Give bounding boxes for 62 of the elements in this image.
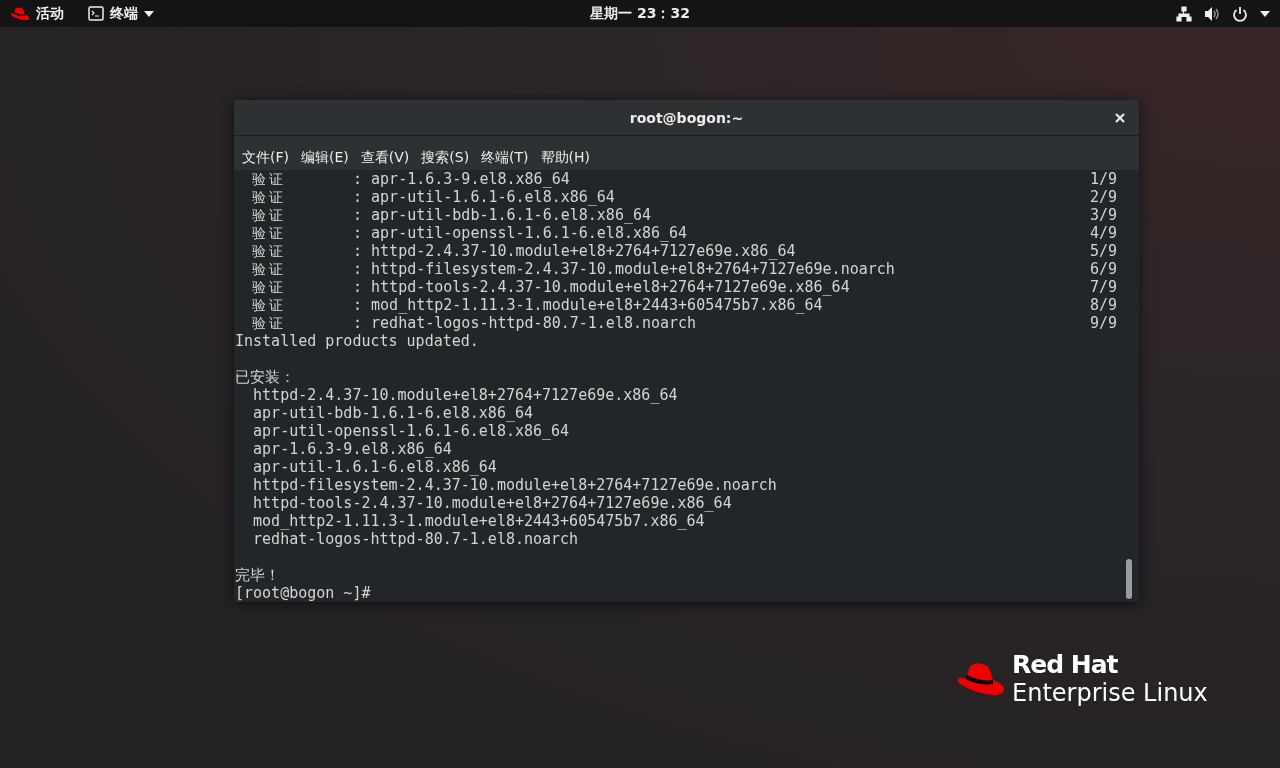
status-label: 验证 [251, 242, 287, 260]
package-name: : apr-util-1.6.1-6.el8.x86_64 [353, 188, 616, 206]
terminal-icon [88, 6, 104, 21]
menu-item[interactable]: 编辑(E) [296, 149, 354, 167]
package-name: : apr-util-bdb-1.6.1-6.el8.x86_64 [353, 206, 652, 224]
window-title: root@bogon:~ [629, 109, 744, 126]
package-name: : httpd-tools-2.4.37-10.module+el8+2764+7127e69e.x86_64 [353, 278, 851, 296]
activities-button[interactable]: 活动 [10, 4, 64, 23]
package-name: apr-util-bdb-1.6.1-6.el8.x86_64 [253, 404, 533, 422]
progress-count: 3/9 [1089, 206, 1117, 224]
close-icon [1115, 113, 1125, 123]
package-name: apr-1.6.3-9.el8.x86_64 [253, 440, 452, 458]
scrollbar-thumb[interactable] [1126, 559, 1132, 599]
package-name: httpd-tools-2.4.37-10.module+el8+2764+7127e69e.x86_64 [253, 494, 732, 512]
output-text: 已安装： [235, 368, 295, 386]
caret-icon [144, 10, 154, 17]
package-name: redhat-logos-httpd-80.7-1.el8.noarch [253, 530, 579, 548]
status-label: 验证 [251, 224, 287, 242]
progress-count: 1/9 [1089, 170, 1117, 188]
menu-item[interactable]: 终端(T) [476, 149, 534, 167]
status-label: 验证 [251, 314, 287, 332]
menu-item[interactable]: 搜索(S) [416, 149, 475, 167]
package-name: mod_http2-1.11.3-1.module+el8+2443+605475b7.x86_64 [253, 512, 705, 530]
progress-count: 2/9 [1089, 188, 1117, 206]
caret-icon[interactable] [1260, 10, 1270, 17]
package-name: apr-util-openssl-1.6.1-6.el8.x86_64 [253, 422, 570, 440]
volume-icon[interactable] [1204, 5, 1220, 22]
output-text: Installed products updated. [235, 332, 479, 350]
progress-count: 8/9 [1089, 296, 1117, 314]
hat-icon [10, 6, 30, 21]
package-name: : httpd-2.4.37-10.module+el8+2764+7127e69e.x86_64 [353, 242, 797, 260]
menu-item[interactable]: 查看(V) [355, 149, 415, 167]
package-name: : apr-1.6.3-9.el8.x86_64 [353, 170, 571, 188]
status-label: 验证 [251, 206, 287, 224]
logo-product: Enterprise Linux [1012, 679, 1208, 707]
package-name: : redhat-logos-httpd-80.7-1.el8.noarch [353, 314, 698, 332]
power-icon[interactable] [1232, 5, 1248, 22]
menu-item[interactable]: 帮助(H) [535, 149, 596, 167]
progress-count: 5/9 [1089, 242, 1117, 260]
logo-brand: Red Hat [1012, 651, 1119, 679]
network-icon[interactable] [1176, 5, 1192, 22]
package-name: httpd-filesystem-2.4.37-10.module+el8+2764+7127e69e.noarch [253, 476, 777, 494]
progress-count: 9/9 [1089, 314, 1117, 332]
progress-count: 4/9 [1089, 224, 1117, 242]
clock[interactable]: 星期一 23：32 [590, 4, 690, 23]
shell-prompt[interactable]: [root@bogon ~]# [235, 584, 371, 602]
status-label: 验证 [251, 296, 287, 314]
package-name: apr-util-1.6.1-6.el8.x86_64 [253, 458, 497, 476]
status-label: 验证 [251, 170, 287, 188]
progress-count: 6/9 [1089, 260, 1117, 278]
progress-count: 7/9 [1089, 278, 1117, 296]
status-label: 验证 [251, 260, 287, 278]
menu-item[interactable]: 文件(F) [237, 149, 294, 167]
package-name: : apr-util-openssl-1.6.1-6.el8.x86_64 [353, 224, 689, 242]
package-name: : httpd-filesystem-2.4.37-10.module+el8+2764+7127e69e.noarch [353, 260, 896, 278]
hat-logo-icon [956, 661, 1006, 697]
output-text: 完毕！ [235, 566, 280, 584]
app-menu[interactable]: 终端 [88, 4, 154, 23]
package-name: : mod_http2-1.11.3-1.module+el8+2443+605475b7.x86_64 [353, 296, 824, 314]
status-label: 验证 [251, 278, 287, 296]
status-label: 验证 [251, 188, 287, 206]
package-name: httpd-2.4.37-10.module+el8+2764+7127e69e.x86_64 [253, 386, 678, 404]
